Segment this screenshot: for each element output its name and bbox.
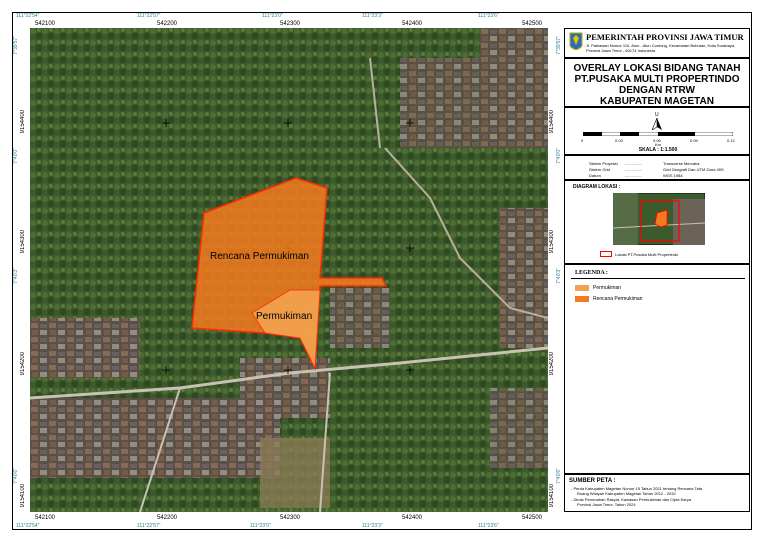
map-panel: PEMERINTAH PROVINSI JAWA TIMUR Jl. Pahla… (564, 28, 750, 512)
bottom-easting-2: 542300 (280, 515, 301, 521)
right-lat-1: 7°40'0" (556, 148, 562, 164)
proj-val-2: WGS 1984 (663, 173, 683, 178)
scale-tick-3: 0.09 (690, 138, 698, 143)
label-permukiman: Permukiman (256, 311, 313, 322)
legend-swatch-permukiman (575, 285, 589, 291)
sources-box: SUMBER PETA : - Perda Kabupaten Magetan … (564, 474, 750, 512)
left-northing-3: 9154100 (20, 484, 26, 508)
top-easting-3: 542400 (402, 21, 423, 27)
right-lat-0: 7°39'57" (556, 36, 562, 55)
location-box: DIAGRAM LOKASI : Lokasi PT.Pusaka Multi … (564, 180, 750, 264)
top-long-0: 111°22'54" (16, 13, 40, 19)
location-legend-swatch (600, 251, 612, 257)
proj-val-1: Grid Geografi Dan UTM Zona 49S (663, 167, 724, 172)
org-name: PEMERINTAH PROVINSI JAWA TIMUR (586, 32, 744, 42)
legend-item-permukiman: Permukiman (575, 284, 621, 292)
scale-box: U 0 0.03 0.06 0.09 0.12 Km SKALA : 1:1.5… (564, 107, 750, 155)
legend-box: LEGENDA : Permukiman Rencana Permukiman (564, 264, 750, 474)
location-title: DIAGRAM LOKASI : (573, 184, 621, 190)
scale-bar (583, 132, 733, 136)
proj-key-0: Sistem Proyeksi (589, 161, 618, 166)
north-arrow-icon (652, 118, 662, 130)
left-northing-0: 9154400 (20, 110, 26, 134)
legend-item-rencana: Rencana Permukiman (575, 295, 642, 303)
top-long-3: 111°23'3" (362, 13, 383, 19)
projection-box: Sistem Proyeksi ............... Transver… (564, 155, 750, 180)
left-lat-2: 7°40'3" (13, 268, 19, 284)
title-line-2: PT.PUSAKA MULTI PROPERTINDO (574, 74, 740, 85)
jatim-logo-icon (569, 32, 583, 50)
source-line-4: Provinsi Jawa Timur, Tahun 2024 (577, 502, 636, 507)
left-northing-2: 9154200 (20, 352, 26, 376)
bottom-easting-0: 542100 (35, 515, 56, 521)
bottom-easting-4: 542500 (522, 515, 543, 521)
legend-title: LEGENDA : (575, 270, 608, 276)
top-easting-2: 542300 (280, 21, 301, 27)
left-lat-3: 7°40'6" (13, 468, 19, 484)
legend-swatch-rencana (575, 296, 589, 302)
top-long-2: 111°23'0" (262, 13, 283, 19)
label-rencana-permukiman: Rencana Permukiman (210, 251, 309, 262)
title-line-4: KABUPATEN MAGETAN (600, 96, 714, 107)
location-caption: Lokasi PT.Pusaka Multi Propertindo (615, 252, 679, 257)
legend-label-rencana: Rencana Permukiman (593, 296, 643, 302)
scale-tick-1: 0.03 (615, 138, 623, 143)
sources-title: SUMBER PETA : (569, 478, 616, 484)
scale-label: SKALA : 1:1.500 (638, 147, 678, 153)
scale-tick-0: 0 (581, 138, 584, 143)
title-line-3: DENGAN RTRW (619, 85, 695, 96)
right-northing-0: 9154400 (549, 110, 555, 134)
top-long-4: 111°23'6" (478, 13, 499, 19)
left-lat-0: 7°39'57" (13, 36, 19, 55)
bottom-easting-3: 542400 (402, 515, 423, 521)
top-easting-1: 542200 (157, 21, 178, 27)
top-easting-4: 542500 (522, 21, 543, 27)
proj-val-0: Transverse Mercator (663, 161, 700, 166)
legend-label-permukiman: Permukiman (593, 285, 622, 291)
satellite-map[interactable] (30, 28, 548, 512)
bottom-long-1: 111°22'57" (137, 523, 161, 529)
right-northing-1: 9154300 (549, 230, 555, 254)
left-northing-1: 9154300 (20, 230, 26, 254)
bottom-easting-1: 542200 (157, 515, 178, 521)
title-line-1: OVERLAY LOKASI BIDANG TANAH (573, 63, 741, 74)
scale-tick-4: 0.12 (727, 138, 735, 143)
top-long-1: 111°22'57" (137, 13, 161, 19)
left-lat-1: 7°40'0" (13, 148, 19, 164)
bottom-long-2: 111°23'0" (250, 523, 271, 529)
address-line-2: Provinsi Jawa Timur - 60174 Indonesia (586, 48, 655, 53)
source-line-2: Ruang Wilayah Kabupaten Magetan Tahun 20… (577, 491, 676, 496)
proj-key-1: Sistem Grid (589, 167, 610, 172)
location-inset-map[interactable] (613, 193, 705, 245)
top-easting-0: 542100 (35, 21, 56, 27)
title-box: OVERLAY LOKASI BIDANG TANAH PT.PUSAKA MU… (564, 58, 750, 107)
right-lat-3: 7°40'6" (556, 468, 562, 484)
right-northing-2: 9154200 (549, 352, 555, 376)
bottom-long-0: 111°22'54" (16, 523, 40, 529)
proj-key-2: Datum (589, 173, 601, 178)
right-lat-2: 7°40'3" (556, 268, 562, 284)
bottom-long-4: 111°23'6" (478, 523, 499, 529)
header-box: PEMERINTAH PROVINSI JAWA TIMUR Jl. Pahla… (564, 28, 750, 58)
right-northing-3: 9154100 (549, 484, 555, 508)
bottom-long-3: 111°23'3" (362, 523, 383, 529)
